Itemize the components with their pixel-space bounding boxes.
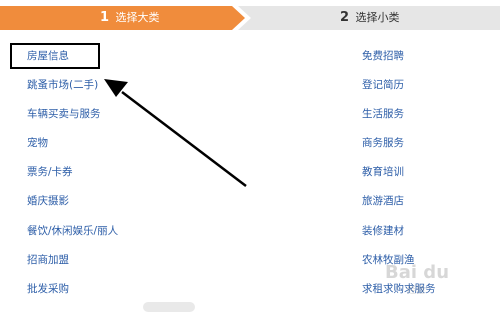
category-register-resume[interactable]: 登记简历 <box>362 71 436 100</box>
category-list-right: 免费招聘 登记简历 生活服务 商务服务 教育培训 旅游酒店 装修建材 农林牧副渔… <box>362 42 436 304</box>
category-dining-leisure[interactable]: 餐饮/休闲娱乐/丽人 <box>27 217 118 246</box>
highlight-box-annotation <box>10 43 100 69</box>
step-progress-bar: 1 选择大类 2 选择小类 <box>0 0 500 32</box>
category-decoration[interactable]: 装修建材 <box>362 217 436 246</box>
category-wanted[interactable]: 求租求购求服务 <box>362 275 436 304</box>
step-2-label: 选择小类 <box>355 11 400 24</box>
step-2-select-subcategory: 2 选择小类 <box>238 6 500 30</box>
category-list-left: 房屋信息 跳蚤市场(二手) 车辆买卖与服务 宠物 票务/卡券 婚庆摄影 餐饮/休… <box>27 42 118 304</box>
category-flea-market[interactable]: 跳蚤市场(二手) <box>27 71 118 100</box>
arrow-shaft <box>121 91 247 187</box>
step-1-number: 1 <box>100 10 110 25</box>
category-tickets[interactable]: 票务/卡券 <box>27 158 118 187</box>
category-travel-hotel[interactable]: 旅游酒店 <box>362 187 436 216</box>
category-pets[interactable]: 宠物 <box>27 129 118 158</box>
step-1-select-main-category: 1 选择大类 <box>0 6 245 30</box>
category-life-services[interactable]: 生活服务 <box>362 100 436 129</box>
category-education[interactable]: 教育培训 <box>362 158 436 187</box>
step-2-number: 2 <box>340 10 350 25</box>
category-wholesale[interactable]: 批发采购 <box>27 275 118 304</box>
category-wedding-photo[interactable]: 婚庆摄影 <box>27 187 118 216</box>
step-1-label: 选择大类 <box>115 11 160 24</box>
category-free-recruitment[interactable]: 免费招聘 <box>362 42 436 71</box>
category-business-services[interactable]: 商务服务 <box>362 129 436 158</box>
scroll-stub <box>143 302 195 312</box>
category-franchise[interactable]: 招商加盟 <box>27 246 118 275</box>
category-vehicles[interactable]: 车辆买卖与服务 <box>27 100 118 129</box>
category-agriculture[interactable]: 农林牧副渔 <box>362 246 436 275</box>
